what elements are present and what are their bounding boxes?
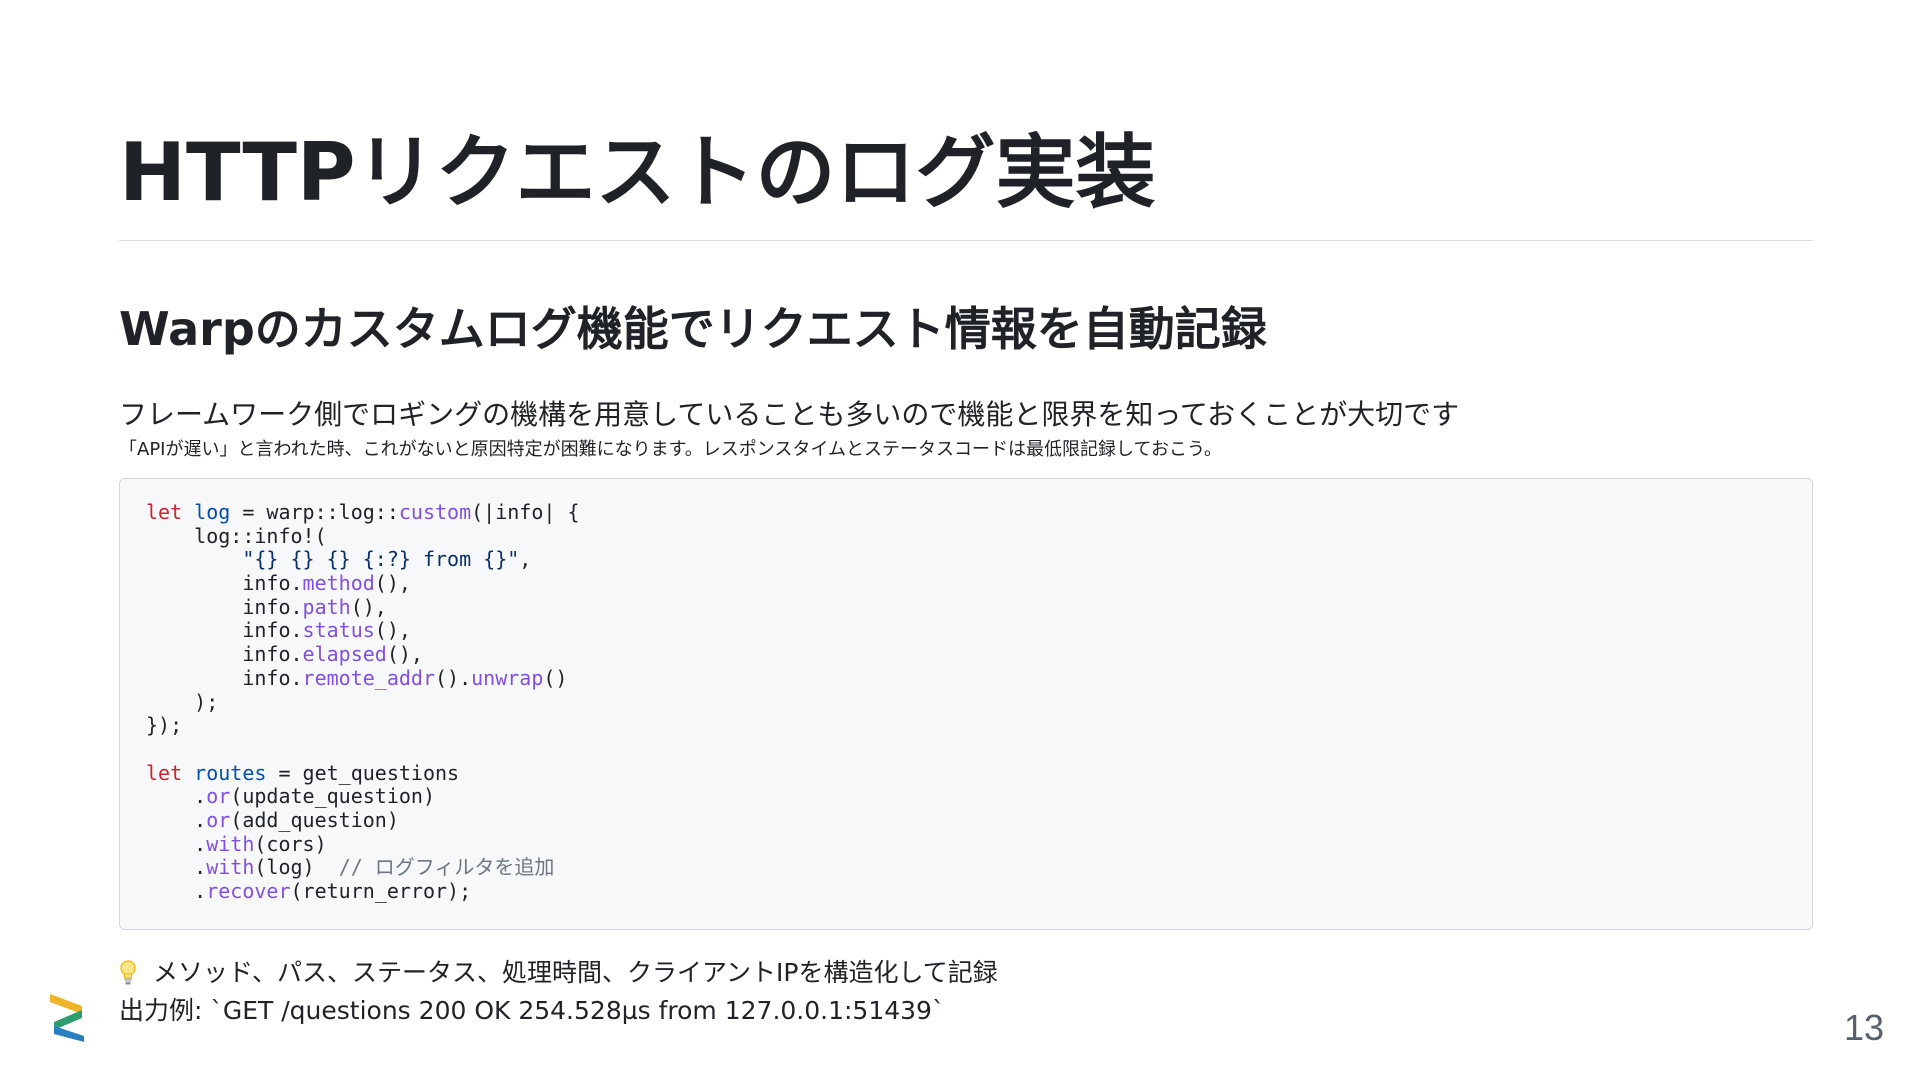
code-token: or [206, 807, 231, 832]
code-token: with [206, 855, 255, 880]
code-token: or [206, 784, 231, 809]
code-token: () [543, 665, 568, 690]
code-token: "{} {} {} {:?} from {}" [242, 547, 520, 572]
note-text: 「APIが遅い」と言われた時、これがないと原因特定が困難になります。レスポンスタ… [119, 439, 1222, 460]
code-token: remote_addr [302, 665, 435, 690]
page-number: 13 [1843, 1007, 1884, 1048]
bullet-item: メソッド、パス、ステータス、処理時間、クライアントIPを構造化して記録 [119, 956, 998, 990]
code-token: let [146, 500, 183, 524]
code-token: status [302, 618, 375, 643]
title-divider [119, 240, 1813, 241]
lead-text: フレームワーク側でロギングの機構を用意していることも多いので機能と限界を知ってお… [119, 398, 1460, 431]
code-token: (), [374, 618, 411, 643]
code-token: custom [398, 500, 472, 524]
code-line: info.method(), [146, 571, 1786, 596]
code-line: .with(cors) [146, 831, 1786, 857]
code-line: .with(log) // ログフィルタを追加 [146, 855, 1786, 880]
code-token: elapsed [302, 642, 387, 667]
code-token: log::info!( [146, 523, 327, 548]
code-token: info. [146, 618, 303, 643]
code-token: . [146, 784, 207, 809]
code-line: .recover(return_error); [146, 879, 1786, 904]
code-token: info. [146, 665, 303, 690]
code-token: = get_questions [266, 760, 460, 785]
example-output: 出力例: `GET /questions 200 OK 254.528µs fr… [119, 996, 945, 1025]
code-token: (update_question) [230, 784, 436, 809]
code-token: routes [194, 760, 267, 785]
code-token: . [146, 879, 207, 903]
code-token: info. [146, 594, 303, 619]
code-token: (|info| { [471, 500, 580, 524]
code-token: (return_error); [290, 879, 472, 903]
slide: HTTPリクエストのログ実装 Warpのカスタムログ機能でリクエスト情報を自動記… [0, 0, 1920, 1080]
code-line: .or(add_question) [146, 807, 1786, 833]
bullet-text: メソッド、パス、ステータス、処理時間、クライアントIPを構造化して記録 [153, 958, 998, 987]
code-token: info. [146, 642, 303, 667]
code-token: . [146, 855, 207, 880]
code-token: . [146, 831, 207, 856]
code-token: = warp::log:: [230, 500, 399, 524]
code-token: path [302, 594, 351, 619]
code-token: (), [386, 642, 423, 667]
code-token: info. [146, 571, 303, 596]
code-line: }); [146, 713, 1786, 738]
code-token: }); [146, 713, 183, 738]
code-token: (). [435, 665, 472, 690]
code-token: // ログフィルタを追加 [338, 855, 555, 880]
code-token: (log) [254, 855, 339, 880]
code-line: let routes = get_questions [146, 760, 1786, 786]
code-token: (), [374, 571, 411, 596]
section-heading: Warpのカスタムログ機能でリクエスト情報を自動記録 [119, 302, 1267, 356]
brand-logo-icon [46, 990, 88, 1042]
slide-title: HTTPリクエストのログ実装 [119, 126, 1156, 219]
code-line: log::info!( [146, 523, 1786, 549]
code-token: (add_question) [230, 807, 399, 832]
code-token: log [194, 500, 231, 524]
code-line: info.status(), [146, 619, 1786, 643]
code-token: (), [350, 594, 387, 619]
code-token: unwrap [471, 665, 544, 690]
code-line: info.path(), [146, 594, 1786, 620]
code-line: "{} {} {} {:?} from {}", [146, 548, 1786, 572]
code-block: let log = warp::log::custom(|info| { log… [119, 478, 1813, 930]
code-token: with [206, 831, 255, 856]
code-token: , [519, 547, 532, 572]
code-token: method [302, 571, 375, 596]
code-token: (cors) [254, 831, 327, 856]
code-line: info.remote_addr().unwrap() [146, 665, 1786, 691]
code-token: let [146, 760, 183, 785]
code-token: . [146, 807, 207, 832]
code-line: .or(update_question) [146, 784, 1786, 809]
code-line: ); [146, 689, 1786, 715]
code-token: recover [206, 879, 291, 903]
code-line: let log = warp::log::custom(|info| { [146, 500, 1786, 525]
code-token: ); [146, 689, 219, 714]
code-line: info.elapsed(), [146, 642, 1786, 667]
lightbulb-icon [119, 960, 137, 986]
